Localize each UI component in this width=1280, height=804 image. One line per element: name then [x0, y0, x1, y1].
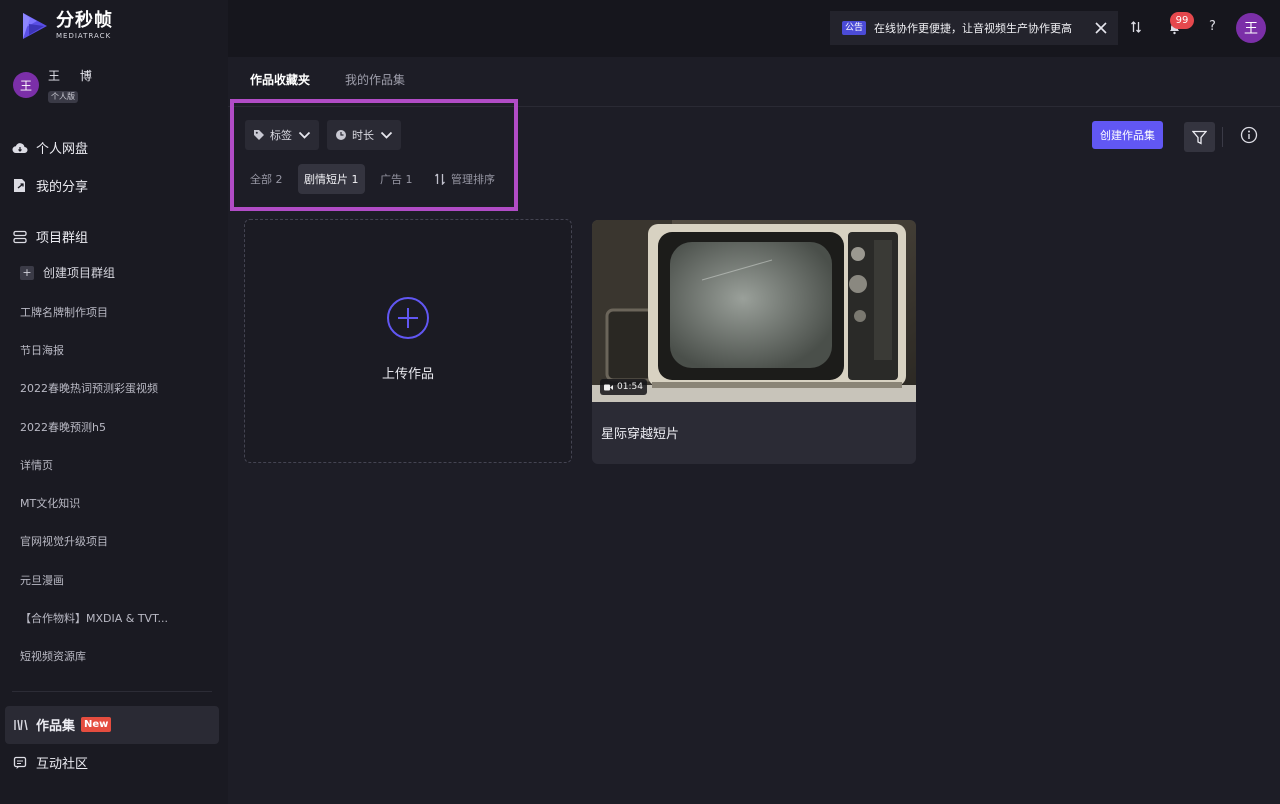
filter-icon	[1192, 130, 1207, 145]
sidebar-group-item[interactable]: 节日海报	[20, 342, 64, 358]
chat-icon	[12, 755, 28, 771]
sidebar-item-community[interactable]: 互动社区	[12, 753, 88, 772]
sidebar-group-item[interactable]: 工牌名牌制作项目	[20, 304, 108, 320]
brand-logo[interactable]: 分秒帧 MEDIATRACK	[20, 10, 113, 42]
sidebar-item-collections[interactable]: 作品集 New	[12, 715, 112, 734]
top-avatar[interactable]: 王	[1236, 13, 1266, 43]
toolbar-separator	[1222, 127, 1223, 147]
sidebar-group-item[interactable]: MT文化知识	[20, 495, 80, 511]
work-thumbnail	[592, 220, 916, 402]
user-name: 王 博	[48, 69, 100, 83]
sidebar-group-item[interactable]: 详情页	[20, 457, 53, 473]
cloud-icon	[12, 140, 28, 156]
avatar: 王	[13, 72, 39, 98]
group-icon	[12, 229, 28, 245]
collections-icon	[12, 717, 28, 733]
duration-badge: 01:54	[600, 379, 647, 395]
sidebar-item-label: 我的分享	[36, 180, 89, 195]
announcement-text: 在线协作更便捷，让音视频生产协作更高	[874, 22, 1073, 35]
sidebar-divider	[12, 691, 212, 692]
sidebar: 分秒帧 MEDIATRACK 王 王 博 个人版 个人网盘 我的分享 项目群组 …	[0, 0, 228, 804]
sidebar-group-item[interactable]: 短视频资源库	[20, 648, 86, 664]
sidebar-item-label: 个人网盘	[36, 142, 89, 157]
tab-my-collections[interactable]: 我的作品集	[345, 71, 405, 88]
sidebar-item-label: 作品集	[36, 719, 76, 734]
sidebar-group-item[interactable]: 元旦漫画	[20, 572, 64, 588]
tab-favorites[interactable]: 作品收藏夹	[250, 71, 310, 88]
plus-icon: +	[20, 265, 34, 280]
brand-logo-icon	[23, 13, 47, 39]
brand-name: 分秒帧	[56, 10, 113, 31]
upload-label: 上传作品	[381, 367, 434, 382]
share-icon	[12, 178, 28, 194]
plan-badge: 个人版	[48, 91, 78, 103]
sidebar-group-item[interactable]: 2022春晚热词预测彩蛋视频	[20, 380, 158, 396]
create-group-label: 创建项目群组	[43, 266, 116, 280]
notification-count-badge: 99	[1170, 12, 1194, 29]
main-content: 作品收藏夹 我的作品集 标签 时长 全部 2 剧情短片 1 广告 1 管理排序 …	[228, 57, 1280, 804]
filter-button[interactable]	[1184, 122, 1215, 152]
sidebar-group-item[interactable]: 【合作物料】MXDIA & TVT...	[20, 610, 168, 626]
work-title: 星际穿越短片	[601, 427, 680, 442]
work-card[interactable]: 01:54 星际穿越短片	[592, 220, 916, 464]
help-icon[interactable]: ?	[1209, 19, 1216, 34]
sidebar-group-item[interactable]: 官网视觉升级项目	[20, 533, 108, 549]
sidebar-item-my-share[interactable]: 我的分享	[12, 176, 88, 195]
sidebar-item-label: 互动社区	[36, 757, 89, 772]
sidebar-section-project-groups[interactable]: 项目群组	[12, 227, 88, 246]
video-icon	[604, 384, 613, 391]
announcement-banner[interactable]: 公告 在线协作更便捷，让音视频生产协作更高	[830, 11, 1118, 45]
plus-circle-icon	[386, 296, 430, 340]
highlight-box	[230, 99, 518, 211]
brand-subtitle: MEDIATRACK	[56, 32, 112, 40]
user-profile[interactable]: 王 王 博 个人版	[13, 68, 100, 103]
info-icon[interactable]	[1240, 126, 1258, 144]
transfer-icon[interactable]	[1130, 20, 1142, 34]
sidebar-group-item[interactable]: 2022春晚预测h5	[20, 419, 106, 435]
sidebar-item-label: 项目群组	[36, 231, 89, 246]
close-icon[interactable]	[1094, 21, 1108, 35]
upload-card[interactable]	[244, 219, 572, 463]
duration-text: 01:54	[617, 382, 643, 392]
sidebar-item-personal-drive[interactable]: 个人网盘	[12, 138, 88, 157]
announcement-tag: 公告	[842, 21, 867, 35]
new-badge: New	[81, 717, 112, 732]
create-group-button[interactable]: + 创建项目群组	[20, 264, 115, 281]
create-collection-button[interactable]: 创建作品集	[1092, 121, 1163, 149]
